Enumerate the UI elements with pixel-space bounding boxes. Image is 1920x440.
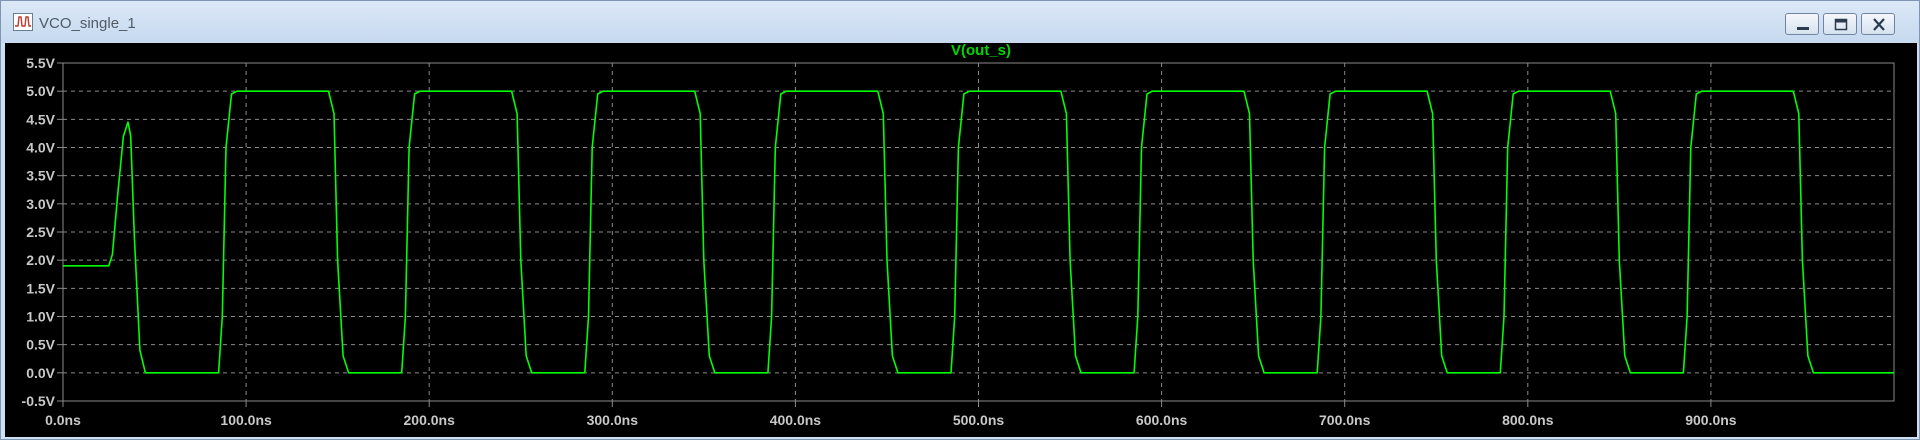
y-tick-label: 4.0V — [26, 140, 55, 156]
y-axis-ticks: -0.5V 0.0V 0.5V 1.0V 1.5V 2.0V 2.5V 3.0V 3.5V 4.0… — [22, 55, 63, 409]
y-tick-label: 0.5V — [26, 337, 55, 353]
restore-icon — [1834, 18, 1848, 31]
y-tick-label: 1.0V — [26, 309, 55, 325]
y-tick-label: 3.0V — [26, 196, 55, 212]
x-tick-label: 0.0ns — [45, 412, 81, 428]
y-tick-label: 1.5V — [26, 280, 55, 296]
trace-title[interactable]: V(out_s) — [951, 43, 1011, 59]
minimize-button[interactable] — [1785, 13, 1819, 35]
x-tick-label: 400.0ns — [770, 412, 822, 428]
restore-button[interactable] — [1823, 13, 1857, 35]
y-tick-label: 4.5V — [26, 111, 55, 127]
title-bar[interactable]: VCO_single_1 — [1, 1, 1919, 43]
x-tick-label: 600.0ns — [1136, 412, 1188, 428]
x-tick-label: 300.0ns — [587, 412, 639, 428]
x-tick-label: 200.0ns — [404, 412, 456, 428]
x-axis-ticks: 0.0ns 100.0ns 200.0ns 300.0ns 400.0ns 500.0ns… — [45, 401, 1737, 428]
y-tick-label: 5.0V — [26, 83, 55, 99]
waveform-window: VCO_single_1 V(out_s) -0.5V 0.0V 0.5V 1.0V 1… — [0, 0, 1920, 440]
y-tick-label: 0.0V — [26, 365, 55, 381]
minimize-icon — [1797, 27, 1809, 30]
close-icon — [1873, 18, 1885, 31]
window-title: VCO_single_1 — [39, 15, 136, 32]
x-tick-label: 800.0ns — [1502, 412, 1554, 428]
x-tick-label: 700.0ns — [1319, 412, 1371, 428]
waveform-app-icon — [13, 13, 33, 31]
y-tick-label: 2.5V — [26, 224, 55, 240]
x-tick-label: 500.0ns — [953, 412, 1005, 428]
y-tick-label: -0.5V — [22, 393, 56, 409]
x-tick-label: 100.0ns — [220, 412, 272, 428]
y-tick-label: 2.0V — [26, 252, 55, 268]
y-tick-label: 3.5V — [26, 168, 55, 184]
close-button[interactable] — [1861, 13, 1895, 35]
x-tick-label: 900.0ns — [1685, 412, 1737, 428]
plot-pane[interactable]: V(out_s) -0.5V 0.0V 0.5V 1.0V 1.5V 2.0V 2.5V 3.… — [5, 43, 1917, 437]
waveform-plot[interactable]: V(out_s) -0.5V 0.0V 0.5V 1.0V 1.5V 2.0V 2.5V 3.… — [5, 43, 1917, 437]
y-tick-label: 5.5V — [26, 55, 55, 71]
